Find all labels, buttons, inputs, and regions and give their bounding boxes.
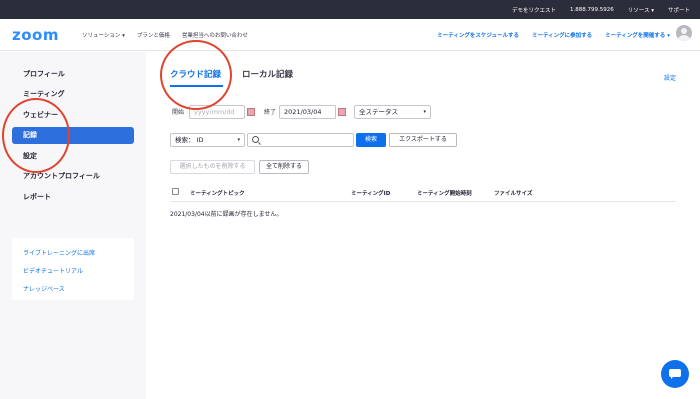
- resources-menu[interactable]: リソース ▾: [628, 6, 654, 14]
- search-button[interactable]: 検索: [356, 133, 386, 147]
- annotation-circle-cloud-tab: [160, 40, 232, 110]
- search-type-select[interactable]: 検索： ID ▾: [170, 133, 245, 147]
- nav-plans-pricing[interactable]: プランと価格: [137, 31, 170, 39]
- select-all-checkbox[interactable]: [172, 188, 179, 195]
- chevron-down-icon: ▾: [423, 109, 426, 115]
- host-meeting-menu[interactable]: ミーティングを開催する ▾: [605, 31, 670, 39]
- delete-selected-button[interactable]: 選択したものを削除する: [170, 160, 255, 174]
- table-divider: [170, 201, 676, 202]
- support-link[interactable]: サポート: [668, 6, 690, 14]
- start-date-label: 開始: [172, 109, 185, 116]
- primary-nav: ソリューション ▾ プランと価格 営業担当へのお問い合わせ: [82, 31, 248, 39]
- column-header-file-size: ファイルサイズ: [494, 191, 533, 197]
- join-meeting-link[interactable]: ミーティングに参加する: [532, 31, 592, 39]
- search-type-value: 検索： ID: [175, 136, 204, 144]
- main-header: zoom ソリューション ▾ プランと価格 営業担当へのお問い合わせ ミーティン…: [0, 19, 700, 51]
- nav-contact-sales[interactable]: 営業担当へのお問い合わせ: [182, 31, 248, 39]
- meeting-actions-nav: ミーティングをスケジュールする ミーティングに参加する ミーティングを開催する …: [437, 31, 670, 39]
- live-training-link[interactable]: ライブトレーニングに出席: [23, 248, 134, 266]
- annotation-circle-recordings: [2, 98, 70, 173]
- recording-settings-link[interactable]: 設定: [664, 73, 676, 82]
- sidebar-item-reports[interactable]: レポート: [12, 189, 134, 206]
- zoom-logo[interactable]: zoom: [12, 26, 59, 44]
- phone-number: 1.888.799.5926: [570, 6, 614, 13]
- chevron-down-icon: ▾: [237, 137, 240, 143]
- recordings-main: クラウド記録 ローカル記録 設定 開始 yyyy/mm/dd 終了 2021/0…: [146, 52, 700, 399]
- video-tutorials-link[interactable]: ビデオチュートリアル: [23, 266, 134, 284]
- calendar-icon[interactable]: [338, 108, 346, 116]
- nav-solutions[interactable]: ソリューション ▾: [82, 31, 125, 39]
- knowledge-base-link[interactable]: ナレッジベース: [23, 284, 134, 302]
- column-header-start-time: ミーティング開始時刻: [417, 191, 472, 197]
- end-date-input[interactable]: 2021/03/04: [279, 105, 336, 119]
- sidebar-item-profile[interactable]: プロフィール: [12, 66, 134, 83]
- avatar[interactable]: [676, 25, 692, 41]
- status-select-value: 全ステータス: [359, 108, 398, 116]
- search-input[interactable]: [247, 133, 354, 147]
- chat-support-button[interactable]: [661, 360, 689, 388]
- calendar-icon[interactable]: [247, 108, 255, 116]
- request-demo-link[interactable]: デモをリクエスト: [512, 6, 556, 14]
- search-icon: [252, 136, 259, 143]
- column-header-meeting-id: ミーティングID: [351, 191, 391, 197]
- empty-state-message: 2021/03/04以前に録画が存在しません。: [170, 211, 283, 218]
- help-links-box: ライブトレーニングに出席 ビデオチュートリアル ナレッジベース: [12, 238, 134, 300]
- column-header-topic: ミーティングトピック: [190, 191, 245, 197]
- schedule-meeting-link[interactable]: ミーティングをスケジュールする: [437, 31, 519, 39]
- export-button[interactable]: エクスポートする: [389, 133, 457, 147]
- tab-local-recordings[interactable]: ローカル記録: [242, 68, 293, 80]
- chat-icon: [669, 369, 681, 379]
- delete-all-button[interactable]: 全て削除する: [259, 160, 309, 174]
- end-date-label: 終了: [264, 109, 277, 116]
- status-select[interactable]: 全ステータス ▾: [354, 105, 431, 119]
- top-utility-bar: デモをリクエスト 1.888.799.5926 リソース ▾ サポート: [0, 0, 700, 19]
